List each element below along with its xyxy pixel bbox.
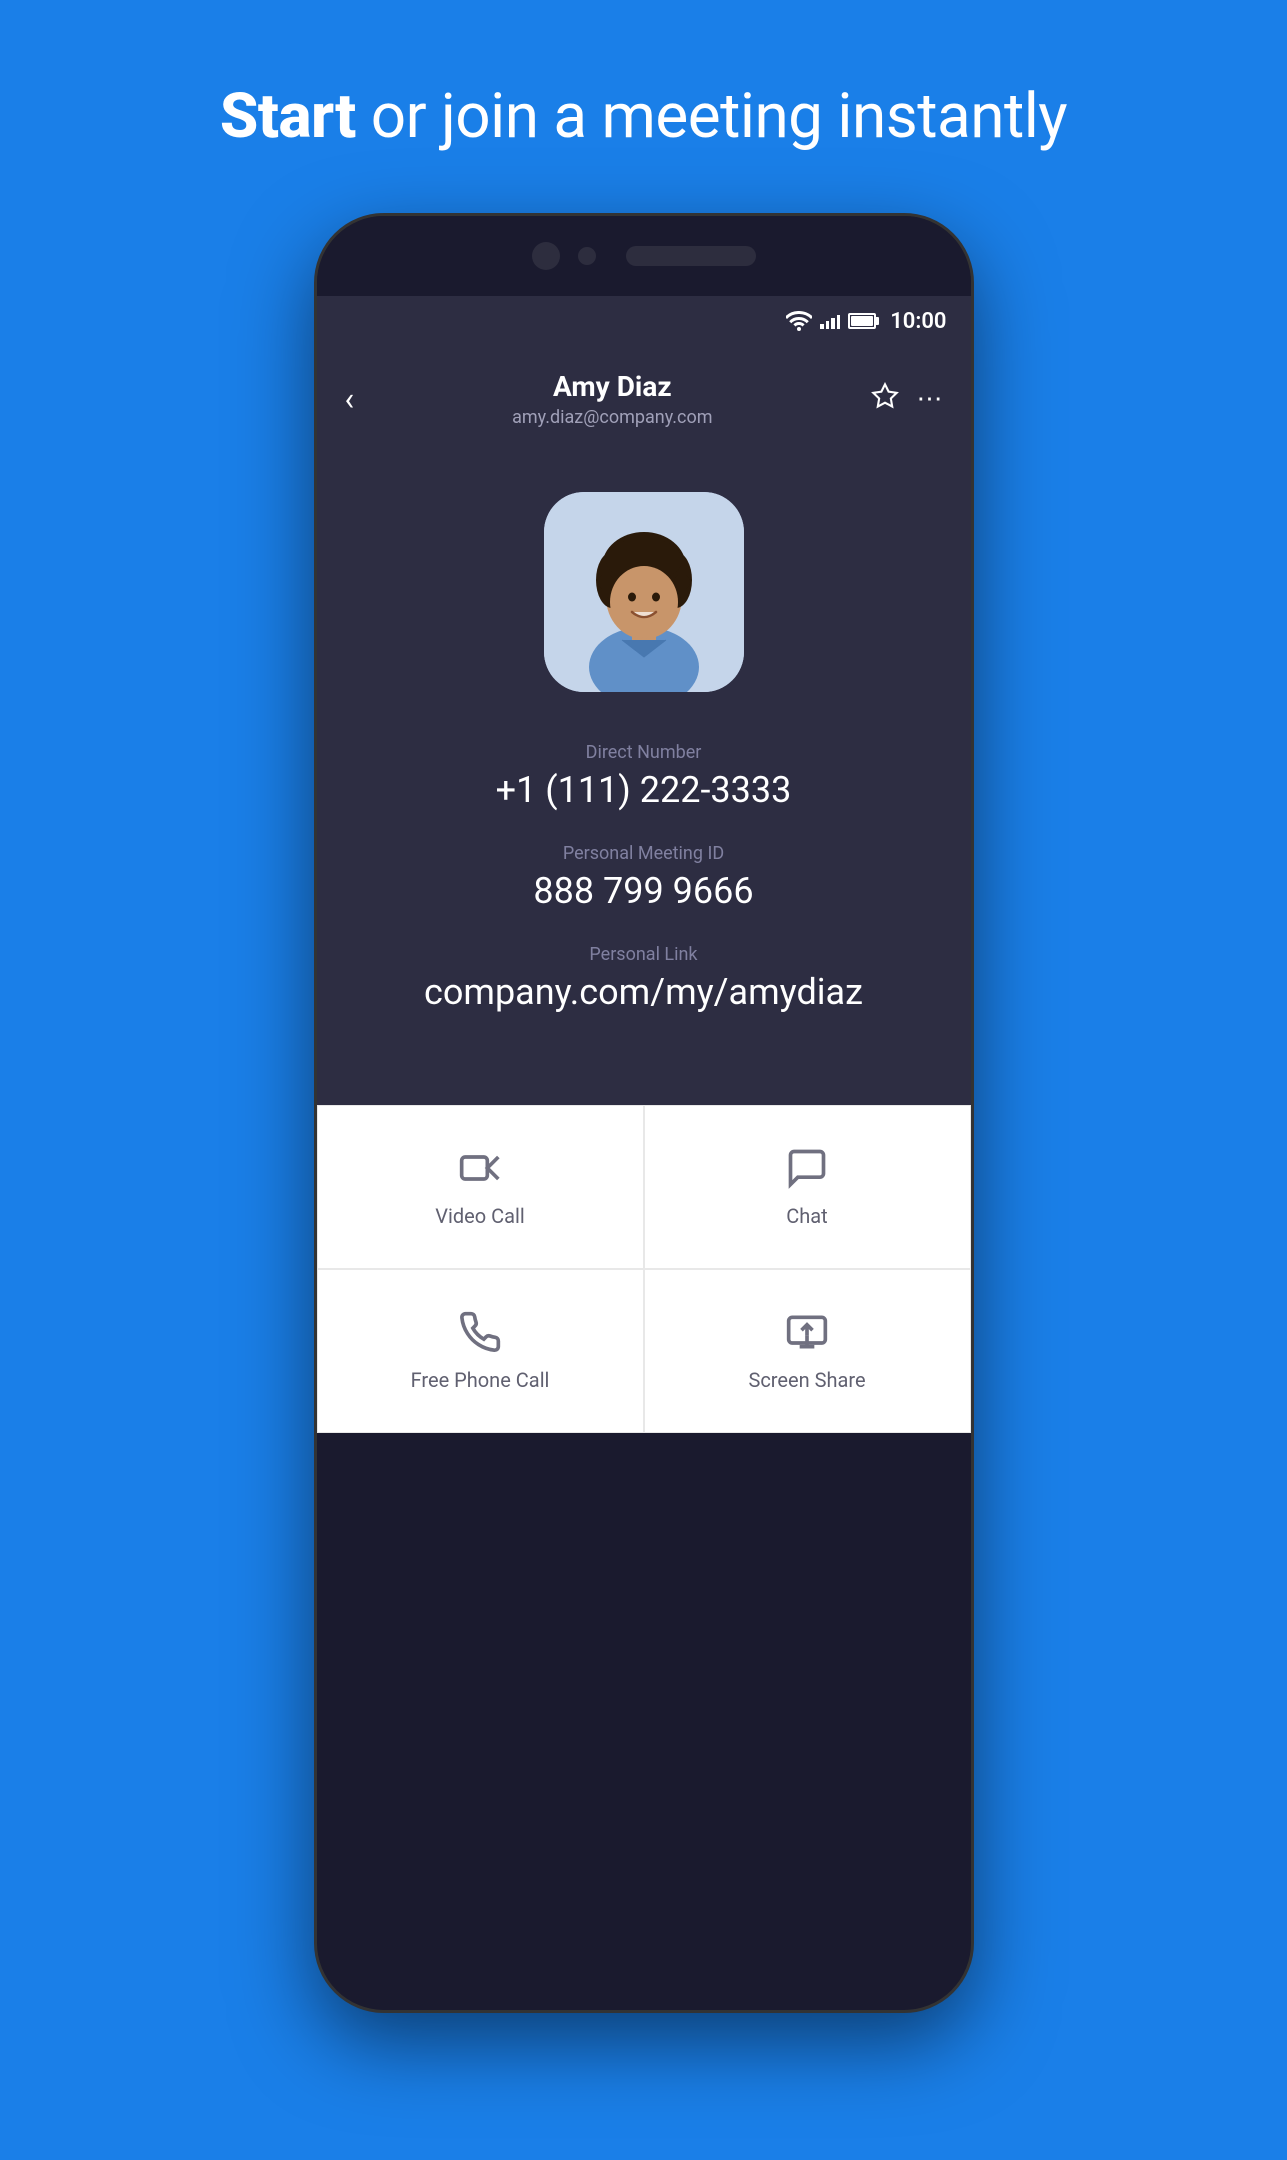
chat-label: Chat: [786, 1204, 827, 1228]
status-icons: [786, 311, 876, 331]
phone-frame: 10:00 ‹ Amy Diaz amy.diaz@company.com ⋯: [314, 213, 974, 2013]
avatar: [544, 492, 744, 692]
header-rest: or join a meeting instantly: [356, 80, 1067, 153]
favorite-button[interactable]: [871, 382, 899, 417]
chat-button[interactable]: Chat: [644, 1105, 971, 1269]
meeting-id-section: Personal Meeting ID 888 799 9666: [533, 843, 753, 912]
video-call-icon: [458, 1146, 502, 1190]
direct-number-label: Direct Number: [496, 742, 792, 763]
phone-camera: [532, 242, 560, 270]
phone-speaker: [626, 246, 756, 266]
actions-section: Video Call Chat Free Phone Call: [317, 1105, 971, 1433]
battery-icon: [848, 313, 876, 329]
chat-icon: [785, 1146, 829, 1190]
personal-link-label: Personal Link: [424, 944, 863, 965]
meeting-id-label: Personal Meeting ID: [533, 843, 753, 864]
screen-share-label: Screen Share: [748, 1368, 865, 1392]
contact-email: amy.diaz@company.com: [354, 407, 870, 428]
direct-number-section: Direct Number +1 (111) 222-3333: [496, 742, 792, 811]
video-call-button[interactable]: Video Call: [317, 1105, 644, 1269]
profile-section: Direct Number +1 (111) 222-3333 Personal…: [317, 452, 971, 1105]
contact-header: ‹ Amy Diaz amy.diaz@company.com ⋯: [317, 346, 971, 452]
free-phone-call-label: Free Phone Call: [411, 1368, 550, 1392]
header-bold: Start: [220, 80, 356, 153]
status-bar: 10:00: [317, 296, 971, 346]
phone-camera-small: [578, 247, 596, 265]
signal-icon: [820, 313, 840, 329]
personal-link-value: company.com/my/amydiaz: [424, 971, 863, 1013]
phone-top-bar: [317, 216, 971, 296]
phone-call-icon: [458, 1310, 502, 1354]
meeting-id-value: 888 799 9666: [533, 870, 753, 912]
video-call-label: Video Call: [435, 1204, 524, 1228]
contact-name: Amy Diaz: [354, 370, 870, 403]
wifi-icon: [786, 311, 812, 331]
more-options-button[interactable]: ⋯: [917, 384, 943, 414]
status-time: 10:00: [890, 309, 946, 334]
free-phone-call-button[interactable]: Free Phone Call: [317, 1269, 644, 1433]
header-section: Start or join a meeting instantly: [220, 0, 1067, 213]
personal-link-section: Personal Link company.com/my/amydiaz: [424, 944, 863, 1013]
contact-info: Amy Diaz amy.diaz@company.com: [354, 370, 870, 428]
screen-share-button[interactable]: Screen Share: [644, 1269, 971, 1433]
contact-actions: ⋯: [871, 382, 943, 417]
direct-number-value: +1 (111) 222-3333: [496, 769, 792, 811]
back-button[interactable]: ‹: [345, 380, 355, 418]
screen-share-icon: [785, 1310, 829, 1354]
